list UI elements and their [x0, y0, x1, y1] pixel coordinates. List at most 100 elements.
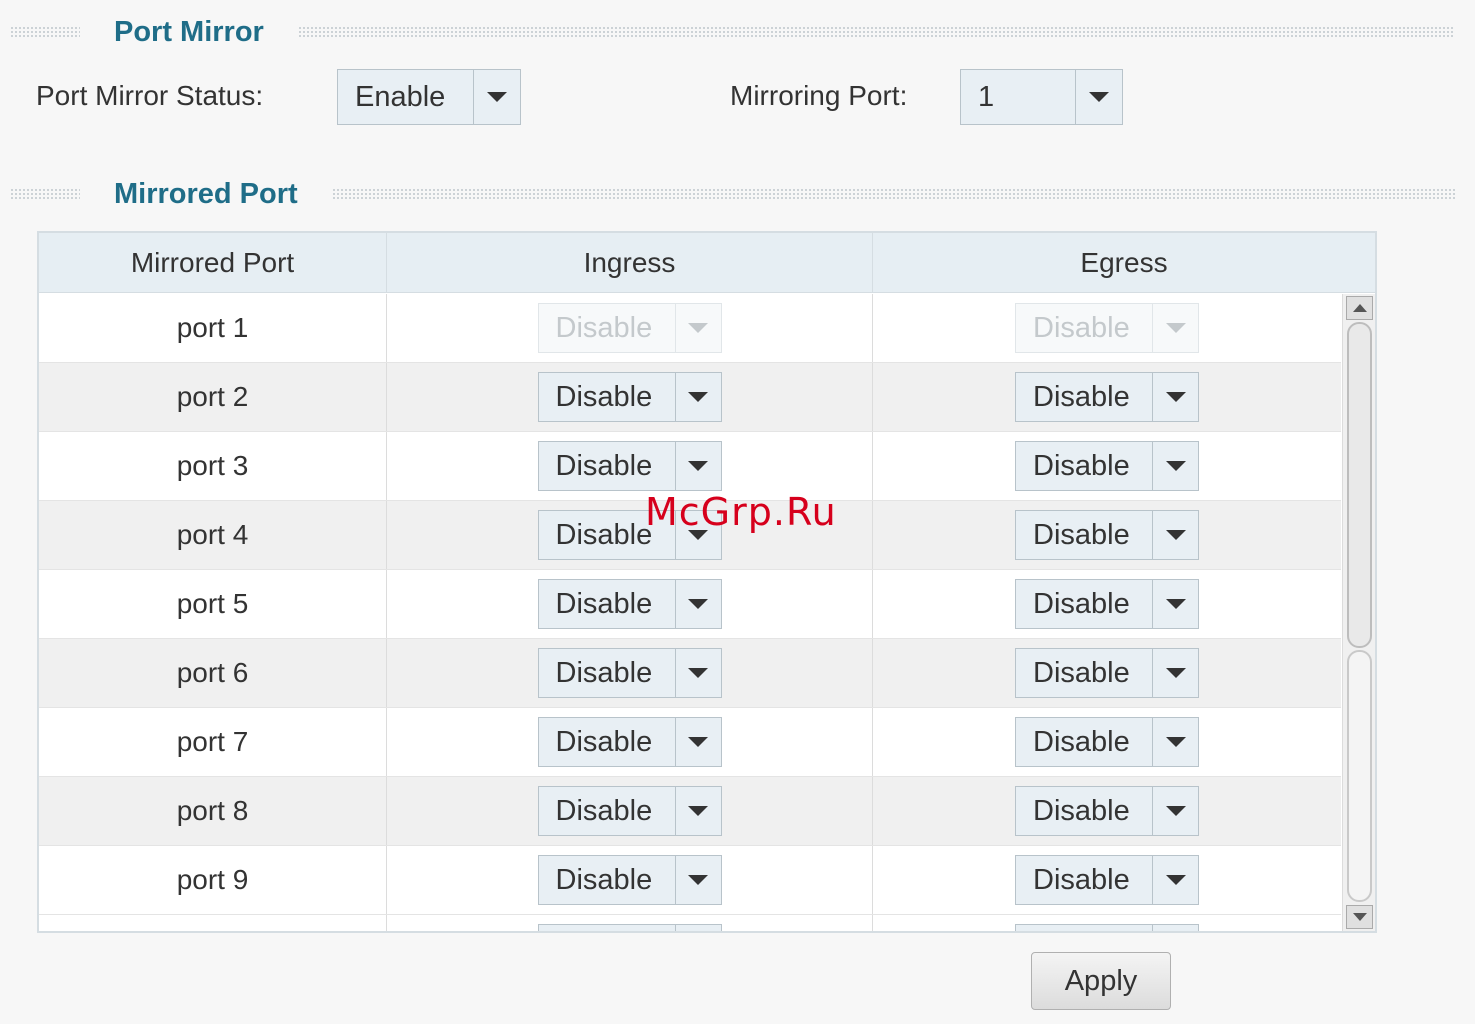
select-value: Disable: [1016, 649, 1153, 697]
chevron-down-icon[interactable]: [1076, 70, 1122, 124]
select-value: Disable: [1016, 580, 1153, 628]
port-mirror-status-select[interactable]: Enable: [337, 69, 521, 125]
section-title-port-mirror: Port Mirror: [114, 15, 264, 48]
chevron-down-icon[interactable]: [1153, 511, 1198, 559]
port-name-cell: port 5: [39, 570, 387, 638]
chevron-down-icon: [676, 304, 721, 352]
table-row: port 9 Disable Disable: [39, 846, 1341, 915]
port-name-cell: port 3: [39, 432, 387, 500]
ingress-select[interactable]: Disable: [537, 648, 722, 698]
egress-select[interactable]: Disable: [1015, 510, 1199, 560]
chevron-down-icon[interactable]: [1153, 856, 1198, 904]
port-mirror-status-label: Port Mirror Status:: [36, 80, 264, 111]
table-row: port 1 Disable Disable: [39, 294, 1341, 363]
egress-cell: Disable: [873, 294, 1341, 362]
scrollbar-track[interactable]: [1347, 650, 1372, 902]
chevron-down-icon[interactable]: [1153, 442, 1198, 490]
divider-dots: [297, 26, 1455, 38]
egress-cell: Disable: [873, 777, 1341, 845]
column-header-ingress: Ingress: [387, 233, 873, 292]
table-row-partial: [39, 915, 1341, 931]
egress-cell: Disable: [873, 639, 1341, 707]
mirroring-port-label: Mirroring Port:: [730, 80, 908, 111]
egress-select[interactable]: Disable: [1015, 579, 1199, 629]
chevron-down-icon[interactable]: [676, 718, 721, 766]
table-row: port 8 Disable Disable: [39, 777, 1341, 846]
ingress-cell: Disable: [387, 363, 873, 431]
chevron-down-icon[interactable]: [676, 373, 721, 421]
select-value: Enable: [338, 70, 475, 124]
egress-cell: Disable: [873, 501, 1341, 569]
chevron-down-icon[interactable]: [1153, 373, 1198, 421]
chevron-down-icon[interactable]: [474, 70, 520, 124]
chevron-down-icon[interactable]: [1153, 925, 1198, 931]
chevron-down-icon[interactable]: [676, 580, 721, 628]
port-name-cell: port 9: [39, 846, 387, 914]
egress-select[interactable]: Disable: [1015, 786, 1199, 836]
ingress-select[interactable]: Disable: [537, 855, 722, 905]
chevron-down-icon[interactable]: [1153, 649, 1198, 697]
egress-select[interactable]: Disable: [1015, 372, 1199, 422]
select-value: Disable: [539, 718, 676, 766]
egress-cell: [873, 915, 1341, 931]
chevron-down-icon[interactable]: [676, 787, 721, 835]
ingress-select[interactable]: Disable: [537, 441, 722, 491]
divider-dots: [10, 188, 80, 200]
select-value: Disable: [1016, 304, 1153, 352]
table-row: port 7 Disable Disable: [39, 708, 1341, 777]
egress-cell: Disable: [873, 363, 1341, 431]
scrollbar-thumb[interactable]: [1347, 322, 1372, 648]
column-header-mirrored-port: Mirrored Port: [39, 233, 387, 292]
chevron-down-icon: [1153, 304, 1198, 352]
ingress-select[interactable]: Disable: [537, 579, 722, 629]
watermark-text: McGrp.Ru: [645, 490, 837, 534]
table-body: port 1 Disable Disable port 2 Disable Disable…: [39, 294, 1341, 931]
select-value: Disable: [1016, 718, 1153, 766]
table-row: port 2 Disable Disable: [39, 363, 1341, 432]
chevron-down-icon[interactable]: [676, 442, 721, 490]
egress-cell: Disable: [873, 846, 1341, 914]
ingress-cell: Disable: [387, 846, 873, 914]
mirrored-port-section-header: Mirrored Port: [10, 174, 1455, 214]
chevron-down-icon[interactable]: [676, 649, 721, 697]
port-mirror-section-header: Port Mirror: [10, 12, 1455, 52]
select-value: Disable: [539, 787, 676, 835]
table-row: port 5 Disable Disable: [39, 570, 1341, 639]
egress-select[interactable]: Disable: [1015, 855, 1199, 905]
scroll-up-arrow-icon[interactable]: [1346, 296, 1373, 320]
mirrored-port-table: Mirrored Port Ingress Egress port 1 Disab…: [37, 231, 1377, 933]
select-value: Disable: [539, 649, 676, 697]
select-value: Disable: [1016, 442, 1153, 490]
egress-cell: Disable: [873, 708, 1341, 776]
egress-select[interactable]: Disable: [1015, 648, 1199, 698]
ingress-select[interactable]: Disable: [537, 786, 722, 836]
vertical-scrollbar[interactable]: [1342, 294, 1375, 931]
chevron-down-icon[interactable]: [1153, 580, 1198, 628]
select-value: [1016, 925, 1153, 931]
chevron-down-icon[interactable]: [676, 856, 721, 904]
select-value: Disable: [539, 580, 676, 628]
mirroring-port-select[interactable]: 1: [960, 69, 1123, 125]
select-value: Disable: [539, 856, 676, 904]
egress-select[interactable]: [1015, 924, 1199, 931]
ingress-select[interactable]: Disable: [537, 372, 722, 422]
egress-select[interactable]: Disable: [1015, 441, 1199, 491]
port-name-cell: port 1: [39, 294, 387, 362]
divider-dots: [10, 26, 80, 38]
port-name-cell: port 6: [39, 639, 387, 707]
port-name-cell: port 2: [39, 363, 387, 431]
scroll-down-arrow-icon[interactable]: [1346, 905, 1373, 929]
ingress-select[interactable]: [537, 924, 722, 931]
port-name-cell: port 8: [39, 777, 387, 845]
section-title-mirrored-port: Mirrored Port: [114, 177, 298, 210]
chevron-down-icon[interactable]: [1153, 787, 1198, 835]
chevron-down-icon[interactable]: [676, 925, 721, 931]
egress-select[interactable]: Disable: [1015, 717, 1199, 767]
select-value: Disable: [1016, 856, 1153, 904]
apply-button[interactable]: Apply: [1031, 952, 1171, 1010]
port-name-cell: port 7: [39, 708, 387, 776]
port-name-cell: port 4: [39, 501, 387, 569]
chevron-down-icon[interactable]: [1153, 718, 1198, 766]
ingress-cell: Disable: [387, 639, 873, 707]
ingress-select[interactable]: Disable: [537, 717, 722, 767]
